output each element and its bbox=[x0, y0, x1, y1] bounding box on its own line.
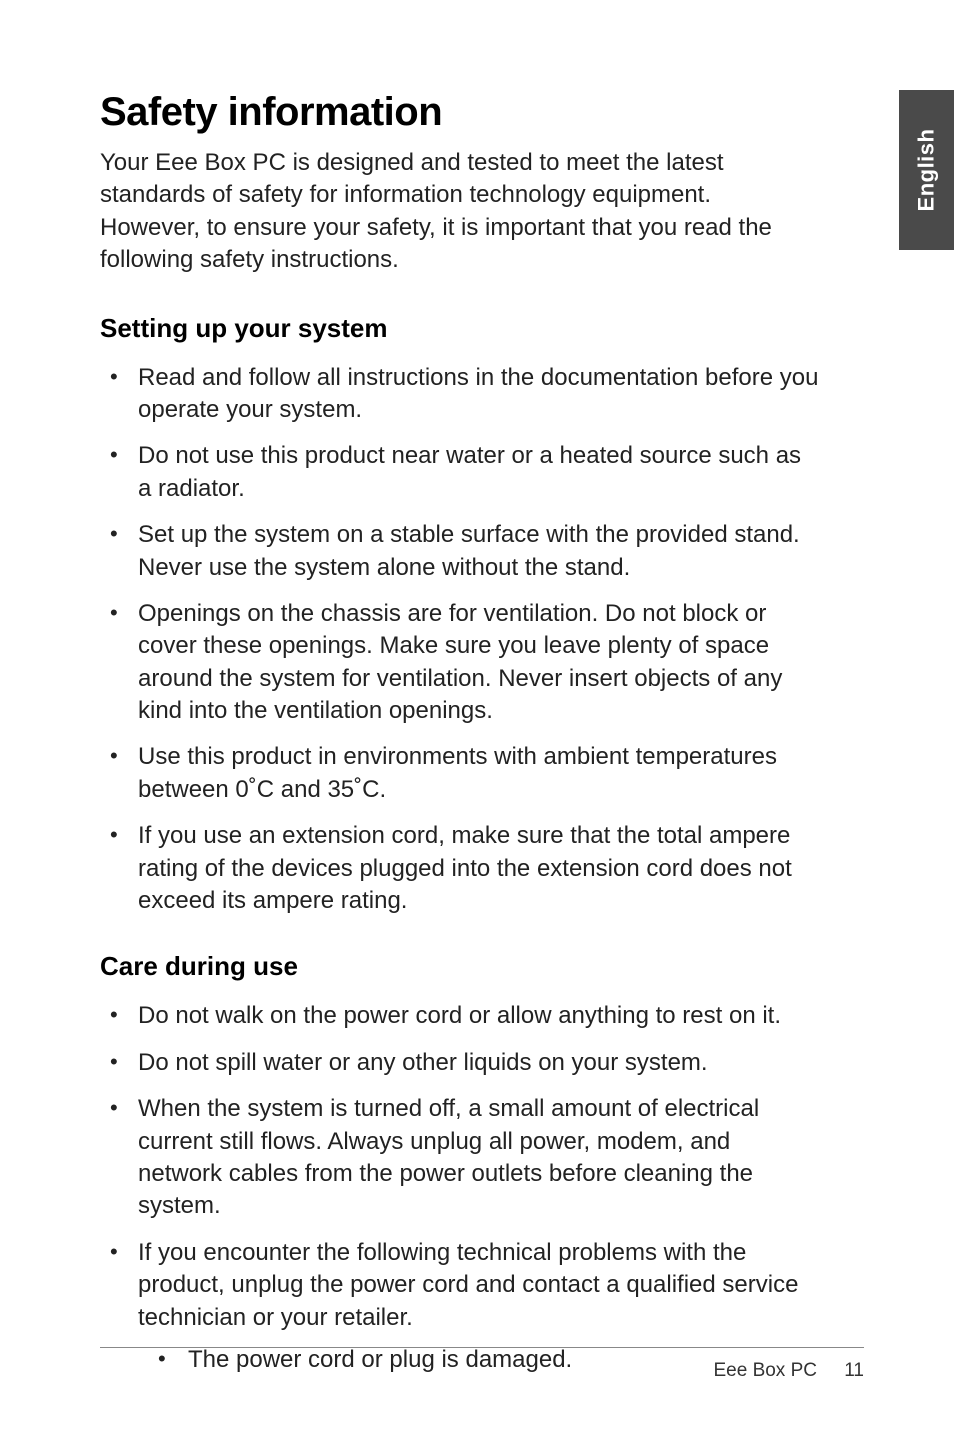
list-item: If you use an extension cord, make sure … bbox=[100, 820, 820, 917]
list-item: Do not use this product near water or a … bbox=[100, 440, 820, 505]
list-item: When the system is turned off, a small a… bbox=[100, 1093, 820, 1223]
footer-text: Eee Box PC 11 bbox=[100, 1360, 864, 1382]
footer-divider bbox=[100, 1347, 864, 1348]
intro-paragraph: Your Eee Box PC is designed and tested t… bbox=[100, 147, 800, 277]
list-item: Do not walk on the power cord or allow a… bbox=[100, 1000, 820, 1032]
section-heading-setup: Setting up your system bbox=[100, 313, 864, 344]
list-item: Use this product in environments with am… bbox=[100, 741, 820, 806]
page-footer: Eee Box PC 11 bbox=[100, 1347, 864, 1382]
setup-list: Read and follow all instructions in the … bbox=[100, 362, 820, 918]
section-heading-care: Care during use bbox=[100, 951, 864, 982]
page: English Safety information Your Eee Box … bbox=[0, 0, 954, 1438]
list-item: Read and follow all instructions in the … bbox=[100, 362, 820, 427]
page-title: Safety information bbox=[100, 90, 864, 135]
language-tab: English bbox=[899, 90, 954, 250]
list-item: Set up the system on a stable surface wi… bbox=[100, 519, 820, 584]
language-tab-label: English bbox=[914, 129, 940, 212]
list-item: Do not spill water or any other liquids … bbox=[100, 1047, 820, 1079]
footer-page-number: 11 bbox=[844, 1360, 864, 1381]
care-list: Do not walk on the power cord or allow a… bbox=[100, 1000, 820, 1376]
list-item: Openings on the chassis are for ventilat… bbox=[100, 598, 820, 728]
list-item-text: If you encounter the following technical… bbox=[138, 1239, 798, 1331]
footer-product: Eee Box PC bbox=[713, 1360, 817, 1381]
